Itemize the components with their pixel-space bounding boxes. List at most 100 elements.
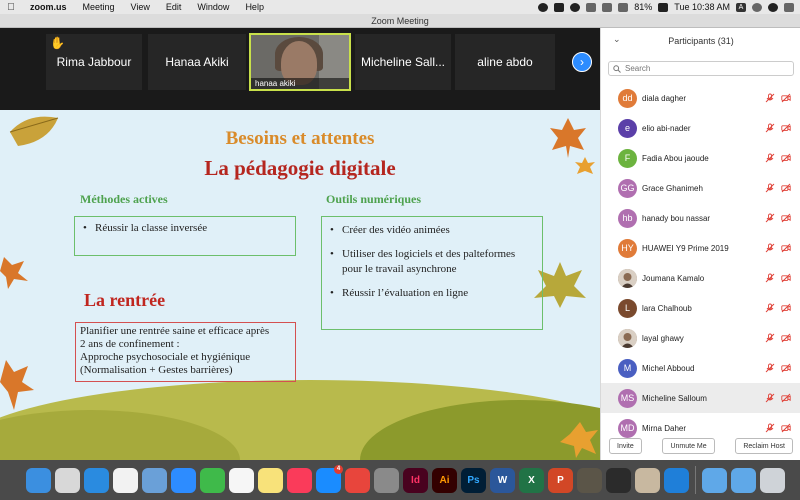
accessibility-icon[interactable] (664, 467, 689, 493)
menu-edit[interactable]: Edit (158, 2, 190, 12)
quicktime-icon[interactable] (606, 467, 631, 493)
trash-icon[interactable] (760, 467, 785, 493)
video-off-icon[interactable] (781, 213, 791, 223)
illustrator-icon[interactable]: Ai (432, 467, 457, 493)
app-store-icon[interactable]: 4 (316, 464, 343, 493)
menu-view[interactable]: View (123, 2, 158, 12)
muted-mic-icon[interactable] (765, 363, 775, 373)
participant-tile-micheline[interactable]: Micheline Sall... (355, 34, 451, 90)
participant-row[interactable]: HY HUAWEI Y9 Prime 2019 (601, 233, 800, 263)
safari-icon[interactable] (84, 467, 109, 493)
documents-folder-icon[interactable] (731, 467, 756, 493)
finder-icon[interactable] (26, 467, 51, 493)
participant-row[interactable]: MS Micheline Salloum (601, 383, 800, 413)
preview-icon[interactable] (142, 467, 167, 493)
photos-icon[interactable] (229, 467, 254, 493)
bluetooth-icon[interactable] (602, 2, 613, 12)
anydesk-icon[interactable] (345, 467, 370, 493)
zoom-icon[interactable] (171, 467, 196, 493)
participant-search[interactable] (608, 61, 794, 76)
video-off-icon[interactable] (781, 243, 791, 253)
screen-share-icon[interactable] (554, 2, 565, 12)
participant-row[interactable]: dd diala dagher (601, 83, 800, 113)
menu-meeting[interactable]: Meeting (75, 2, 123, 12)
participant-row[interactable]: layal ghawy (601, 323, 800, 353)
search-input[interactable] (625, 64, 775, 73)
muted-mic-icon[interactable] (765, 123, 775, 133)
menu-app-name[interactable]: zoom.us (22, 2, 75, 12)
tools-box: Créer des vidéo animées Utiliser des log… (321, 216, 543, 330)
muted-mic-icon[interactable] (765, 213, 775, 223)
muted-mic-icon[interactable] (765, 243, 775, 253)
participant-video-hanaa-akiki[interactable]: hanaa akiki (249, 33, 351, 91)
dock-separator (695, 466, 696, 494)
video-off-icon[interactable] (781, 333, 791, 343)
avatar (618, 268, 637, 288)
spotlight-icon[interactable] (752, 2, 762, 12)
excel-icon[interactable]: X (519, 467, 544, 493)
participant-row[interactable]: hb hanady bou nassar (601, 203, 800, 233)
facetime-icon[interactable] (200, 467, 225, 493)
game-icon[interactable] (577, 467, 602, 493)
photoshop-icon[interactable]: Ps (461, 467, 486, 493)
participant-row[interactable]: M Michel Abboud (601, 353, 800, 383)
rentree-heading: La rentrée (84, 290, 166, 310)
rentree-line: 2 ans de confinement : (80, 338, 180, 350)
muted-mic-icon[interactable] (765, 333, 775, 343)
participant-row[interactable]: F Fadia Abou jaoude (601, 143, 800, 173)
participant-tile-rima[interactable]: ✋ Rima Jabbour (46, 34, 142, 90)
participant-name: Joumana Kamalo (642, 273, 705, 283)
participant-tile-hanaa[interactable]: Hanaa Akiki (148, 34, 246, 90)
video-off-icon[interactable] (781, 123, 791, 133)
participant-tile-aline[interactable]: aline abdo (455, 34, 555, 90)
notification-center-icon[interactable] (784, 2, 794, 12)
video-off-icon[interactable] (781, 183, 791, 193)
unmute-me-button[interactable]: Unmute Me (662, 438, 715, 454)
apple-icon[interactable]:  (0, 2, 22, 13)
video-off-icon[interactable] (781, 363, 791, 373)
video-off-icon[interactable] (781, 93, 791, 103)
video-off-icon[interactable] (781, 303, 791, 313)
next-page-arrow-icon[interactable]: › (572, 52, 592, 72)
clock[interactable]: Tue 10:38 AM (674, 2, 730, 12)
muted-mic-icon[interactable] (765, 183, 775, 193)
creative-cloud-icon[interactable] (570, 2, 581, 12)
video-off-icon[interactable] (781, 153, 791, 163)
menu-window[interactable]: Window (189, 2, 237, 12)
powerpoint-icon[interactable]: P (548, 467, 573, 493)
launchpad-icon[interactable] (55, 467, 80, 493)
display-icon[interactable] (586, 2, 597, 12)
battery-icon[interactable] (658, 2, 669, 12)
indesign-icon[interactable]: Id (403, 467, 428, 493)
siri-icon[interactable] (768, 2, 778, 12)
muted-mic-icon[interactable] (765, 153, 775, 163)
muted-mic-icon[interactable] (765, 93, 775, 103)
muted-mic-icon[interactable] (765, 423, 775, 433)
downloads-folder-icon[interactable] (702, 467, 727, 493)
maple-leaf-left-icon (0, 257, 28, 289)
menu-help[interactable]: Help (237, 2, 272, 12)
invite-button[interactable]: Invite (609, 438, 642, 454)
muted-mic-icon[interactable] (765, 273, 775, 283)
input-source-icon[interactable]: A (736, 2, 746, 12)
participant-row[interactable]: e elio abi-nader (601, 113, 800, 143)
window-title: Zoom Meeting (0, 14, 800, 28)
wifi-icon[interactable] (618, 2, 629, 12)
system-preferences-icon[interactable] (374, 467, 399, 493)
video-off-icon[interactable] (781, 423, 791, 433)
participant-row[interactable]: Joumana Kamalo (601, 263, 800, 293)
word-icon[interactable]: W (490, 467, 515, 493)
muted-mic-icon[interactable] (765, 393, 775, 403)
reclaim-host-button[interactable]: Reclaim Host (735, 438, 793, 454)
participant-name: Grace Ghanimeh (642, 183, 703, 193)
chrome-icon[interactable] (113, 467, 138, 493)
archive-icon[interactable] (635, 467, 660, 493)
participant-row[interactable]: GG Grace Ghanimeh (601, 173, 800, 203)
participant-row[interactable]: Llara Chalhoub (601, 293, 800, 323)
video-off-icon[interactable] (781, 393, 791, 403)
muted-mic-icon[interactable] (765, 303, 775, 313)
record-icon[interactable] (538, 2, 549, 12)
music-icon[interactable] (287, 467, 312, 493)
notes-icon[interactable] (258, 467, 283, 493)
video-off-icon[interactable] (781, 273, 791, 283)
